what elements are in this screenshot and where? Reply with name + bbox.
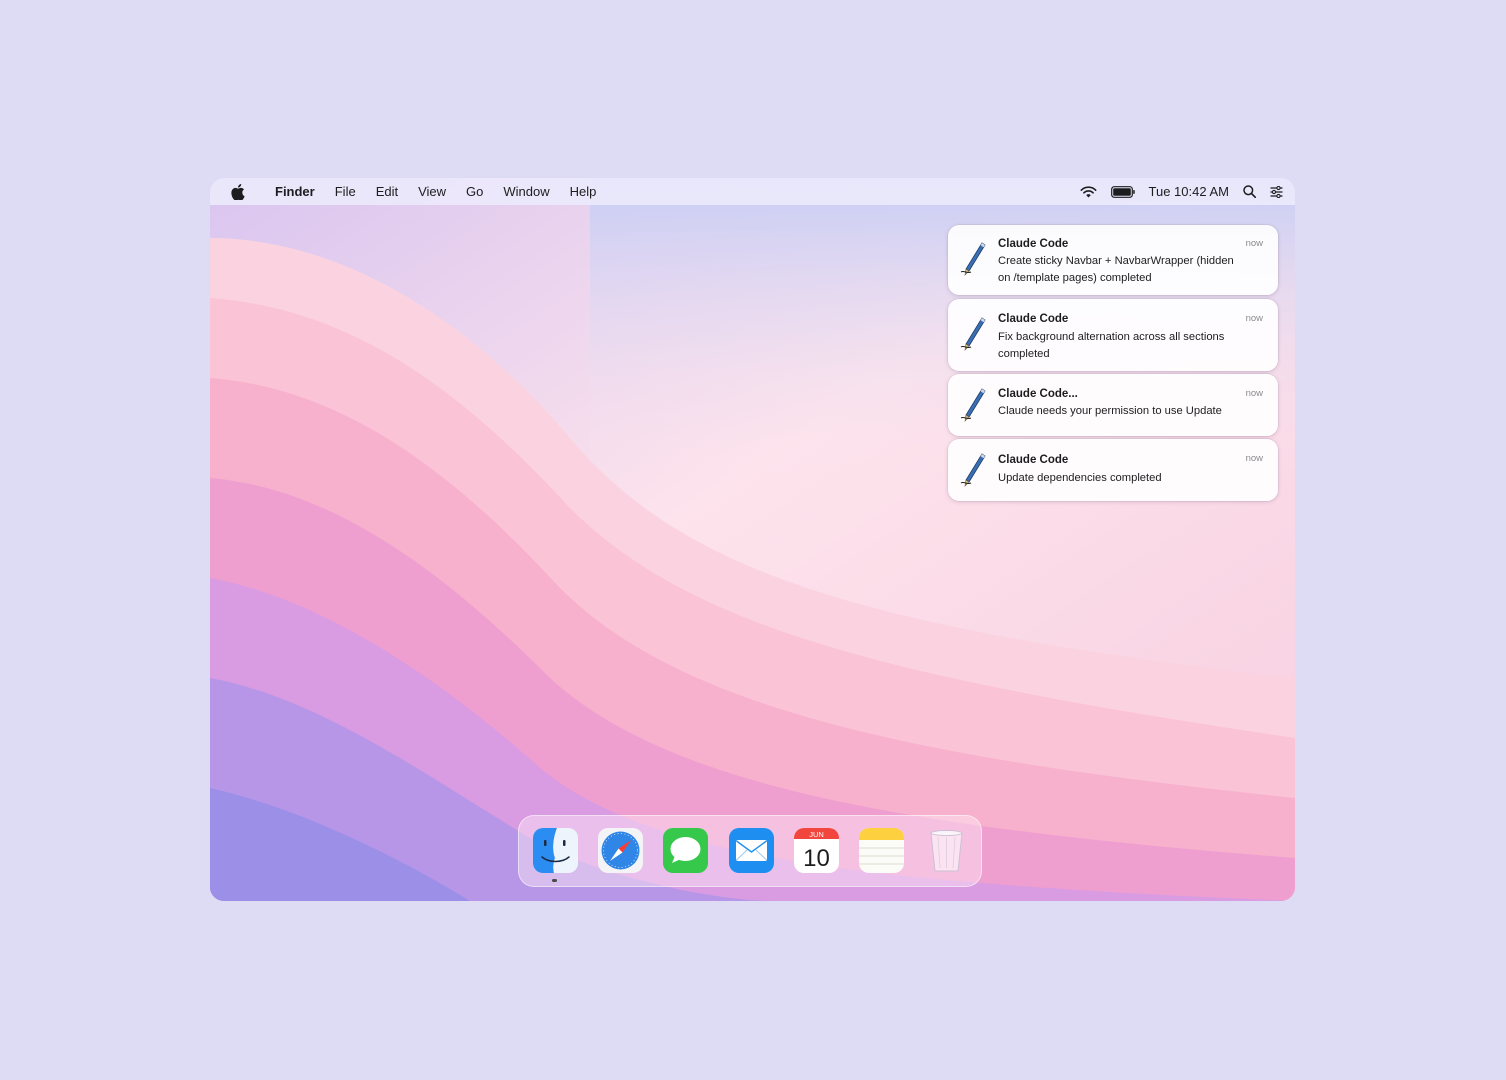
notification-card[interactable]: Claude Code now Fix background alternati… (948, 299, 1278, 371)
menu-edit[interactable]: Edit (366, 178, 408, 205)
menu-window[interactable]: Window (493, 178, 559, 205)
menu-help[interactable]: Help (560, 178, 607, 205)
safari-icon[interactable] (598, 828, 643, 873)
notification-body: Claude needs your permission to use Upda… (998, 405, 1222, 417)
notification-time: now (1245, 238, 1263, 249)
mail-icon[interactable] (729, 828, 774, 873)
script-editor-icon (960, 453, 986, 487)
notification-card[interactable]: Claude Code now Update dependencies comp… (948, 439, 1278, 501)
menu-go[interactable]: Go (456, 178, 493, 205)
notification-time: now (1245, 453, 1263, 464)
notification-body: Create sticky Navbar + NavbarWrapper (hi… (998, 255, 1234, 284)
messages-icon[interactable] (663, 828, 708, 873)
control-center-icon[interactable] (1270, 185, 1283, 198)
battery-icon[interactable] (1110, 185, 1135, 198)
menu-view[interactable]: View (408, 178, 456, 205)
script-editor-icon (960, 242, 986, 276)
menu-app-name[interactable]: Finder (265, 178, 325, 205)
script-editor-icon (960, 317, 986, 351)
desktop-screen: Finder File Edit View Go Window Help Tue… (210, 178, 1295, 901)
menu-bar: Finder File Edit View Go Window Help Tue… (210, 178, 1295, 205)
notification-title: Claude Code (998, 238, 1069, 250)
notification-card[interactable]: Claude Code now Create sticky Navbar + N… (948, 225, 1278, 295)
finder-running-indicator (552, 879, 557, 882)
notes-icon[interactable] (859, 828, 904, 873)
notification-card[interactable]: Claude Code... now Claude needs your per… (948, 374, 1278, 436)
menu-file[interactable]: File (325, 178, 366, 205)
menu-clock[interactable]: Tue 10:42 AM (1149, 184, 1229, 199)
notification-body: Fix background alternation across all se… (998, 331, 1225, 360)
calendar-day: 10 (803, 845, 830, 872)
notification-title: Claude Code (998, 454, 1069, 466)
notification-title: Claude Code (998, 313, 1069, 325)
notification-time: now (1245, 388, 1263, 399)
finder-icon[interactable] (533, 828, 578, 873)
script-editor-icon (960, 388, 986, 422)
wifi-icon[interactable] (1080, 185, 1097, 198)
apple-logo-icon[interactable] (231, 183, 247, 200)
calendar-icon[interactable]: JUN 10 (794, 828, 839, 873)
dock: JUN 10 (518, 815, 982, 887)
trash-icon[interactable] (924, 828, 969, 873)
notification-title: Claude Code... (998, 388, 1078, 400)
notification-time: now (1245, 313, 1263, 324)
notification-body: Update dependencies completed (998, 472, 1162, 484)
search-icon[interactable] (1243, 185, 1256, 198)
calendar-month: JUN (809, 830, 824, 839)
